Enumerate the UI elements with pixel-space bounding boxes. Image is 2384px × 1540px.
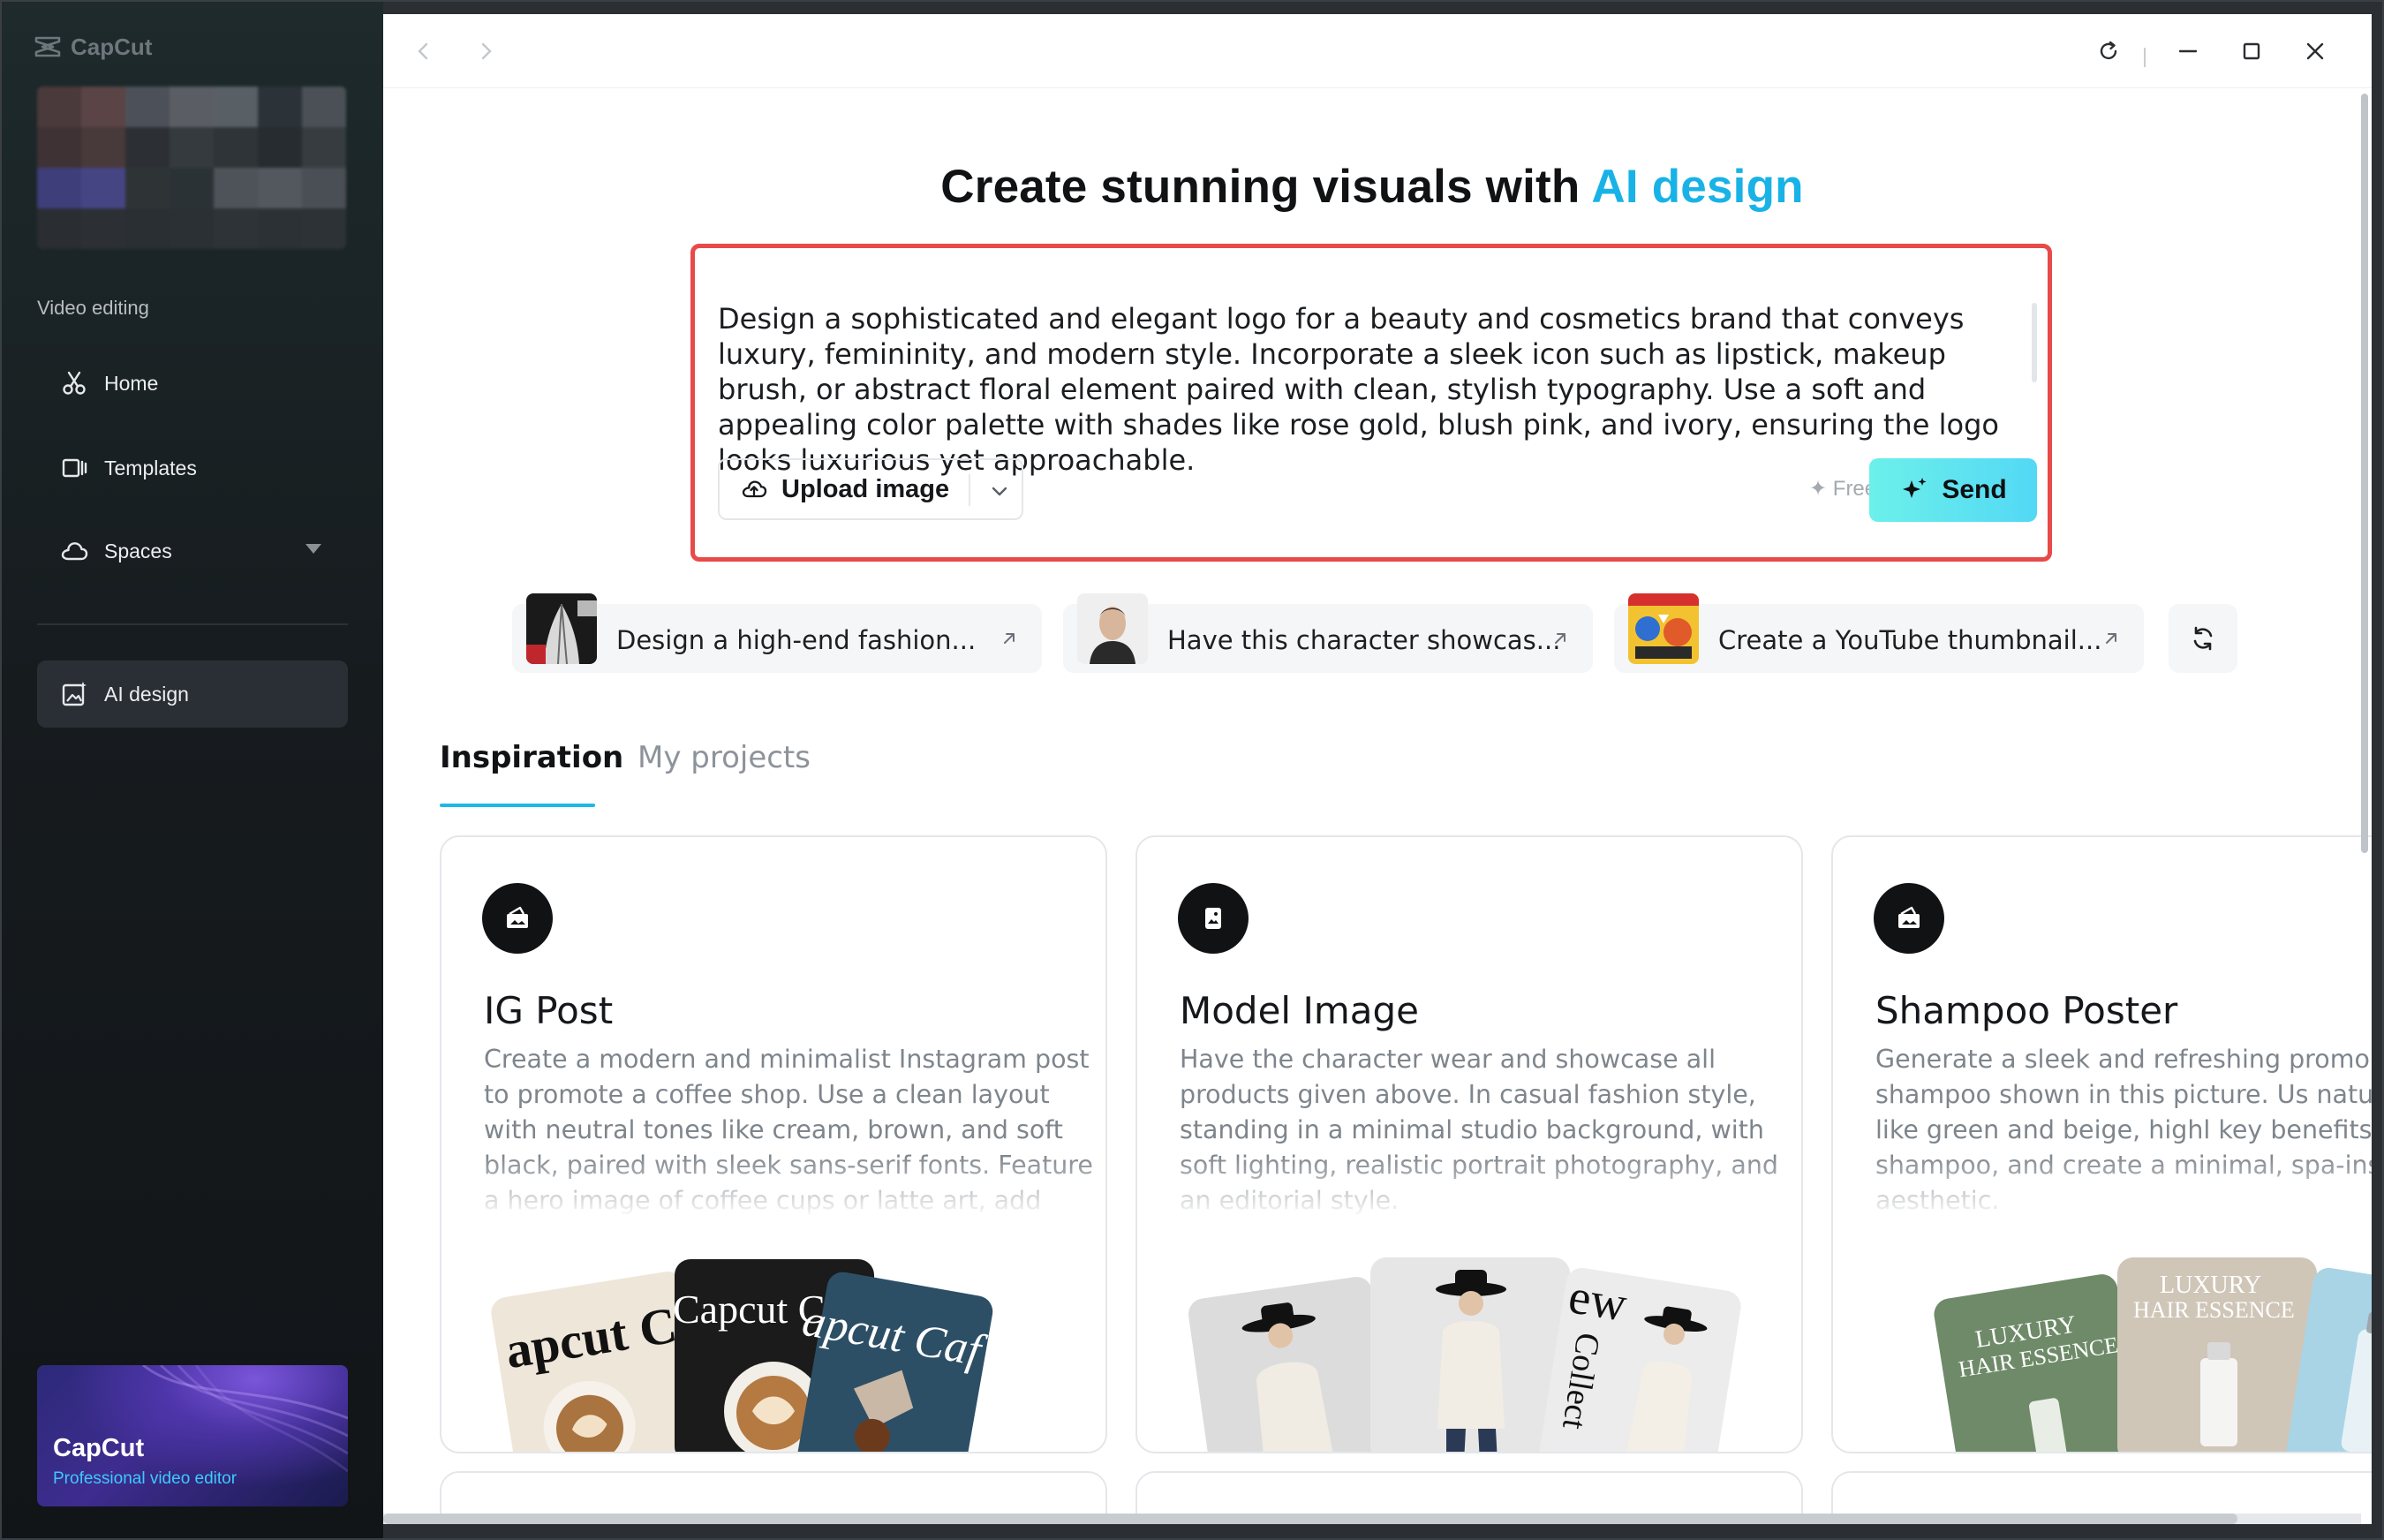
- sidebar-item-label: Spaces: [104, 539, 172, 562]
- suggestion-thumbnail: [1628, 593, 1699, 664]
- promo-title: CapCut: [53, 1434, 145, 1462]
- arrow-up-right-icon: [2106, 633, 2116, 644]
- scissors-icon: [63, 371, 86, 395]
- card-title: Shampoo Poster: [1875, 989, 2178, 1032]
- capcut-window: CapCut Video editing Home Templates Spac…: [0, 0, 2384, 1540]
- card-title: IG Post: [484, 989, 614, 1032]
- section-label-video-editing: Video editing: [37, 297, 149, 319]
- chevron-down-icon[interactable]: [306, 544, 321, 554]
- prompt-scrollbar[interactable]: [2032, 303, 2037, 382]
- suggestion-chip-character[interactable]: Have this character showcas...: [1063, 593, 1593, 673]
- photo-card-icon: [507, 906, 528, 928]
- photo-card-icon: [1898, 906, 1920, 928]
- upload-image-button[interactable]: Upload image: [718, 458, 1023, 520]
- ai-image-icon: [62, 682, 87, 706]
- shampoo-art-text-3: LUXURY: [2160, 1272, 2261, 1299]
- suggestion-chip-fashion[interactable]: Design a high-end fashion...: [512, 593, 1042, 673]
- page-title: Create stunning visuals with AI design: [383, 160, 2361, 214]
- suggestion-label: Design a high-end fashion...: [616, 625, 977, 655]
- refresh-icon: [2193, 626, 2213, 651]
- cloud-upload-icon: [742, 480, 767, 498]
- template-icon: [62, 458, 87, 478]
- chevron-left-icon: [418, 42, 428, 60]
- cloud-icon: [61, 542, 88, 561]
- sidebar-item-spaces[interactable]: Spaces: [37, 517, 348, 585]
- title-bar: [383, 14, 2372, 88]
- back-button[interactable]: [406, 34, 441, 69]
- youtube-thumbnail-image: [1628, 593, 1699, 664]
- card-badge: [1178, 883, 1249, 954]
- brand-name: CapCut: [71, 33, 153, 60]
- upload-separator: [969, 474, 970, 506]
- fashion-thumbnail-image: [526, 593, 597, 664]
- model-image-preview-image: ew Collect: [1188, 1257, 1741, 1452]
- close-button[interactable]: [2297, 34, 2333, 69]
- refresh-icon: [2100, 41, 2117, 60]
- page-title-prefix: Create stunning visuals with: [940, 161, 1592, 213]
- maximize-button[interactable]: [2234, 34, 2269, 69]
- send-button[interactable]: Send: [1869, 458, 2037, 522]
- character-thumbnail-image: [1077, 593, 1148, 664]
- suggestion-thumbnail: [526, 593, 597, 664]
- model-art-text-1: ew: [1565, 1269, 1631, 1332]
- chevron-down-icon[interactable]: [988, 479, 1011, 502]
- card-fade-overlay: [1137, 1155, 1801, 1226]
- page-title-accent: AI design: [1591, 161, 1804, 213]
- sidebar: CapCut Video editing Home Templates Spac…: [2, 2, 383, 1538]
- profile-avatar-blurred[interactable]: [37, 87, 346, 249]
- refresh-button[interactable]: [2091, 34, 2126, 69]
- shampoo-poster-preview-image: LUXURY HAIR ESSENCE LUXURY HAIR ESSENCE: [1934, 1257, 2372, 1452]
- upload-image-label: Upload image: [781, 474, 950, 503]
- horizontal-scrollbar-thumb[interactable]: [383, 1514, 2237, 1524]
- card-badge: [1874, 883, 1944, 954]
- sidebar-item-label: AI design: [104, 682, 189, 706]
- ig-post-preview-image: apcut C Capcut Caf apcut Caf: [491, 1259, 993, 1452]
- sidebar-item-ai-design[interactable]: AI design: [37, 661, 348, 728]
- template-card-ig-post[interactable]: IG Post Create a modern and minimalist I…: [440, 835, 1107, 1453]
- card-fade-overlay: [441, 1155, 1105, 1226]
- send-label: Send: [1942, 475, 2007, 504]
- template-card-model-image[interactable]: Model Image Have the character wear and …: [1135, 835, 1803, 1453]
- sparkle-icon: [1903, 478, 1927, 498]
- suggestion-chip-youtube[interactable]: Create a YouTube thumbnail...: [1614, 593, 2144, 673]
- suggestion-thumbnail: [1077, 593, 1148, 664]
- chevron-right-icon: [481, 42, 492, 60]
- active-tab-indicator: [440, 804, 595, 807]
- minimize-icon: [2178, 49, 2198, 53]
- card-title: Model Image: [1180, 989, 1419, 1032]
- capcut-logo-icon: [34, 36, 61, 57]
- arrow-up-right-icon: [1004, 633, 1015, 644]
- forward-button[interactable]: [468, 34, 503, 69]
- sidebar-divider: [37, 623, 348, 625]
- sidebar-item-home[interactable]: Home: [37, 350, 348, 417]
- template-card-shampoo-poster[interactable]: Shampoo Poster Generate a sleek and refr…: [1831, 835, 2372, 1453]
- card-badge: [482, 883, 553, 954]
- free-credit-label: ✦ Free: [1809, 477, 1877, 501]
- prompt-input[interactable]: Design a sophisticated and elegant logo …: [718, 301, 2012, 478]
- sidebar-item-templates[interactable]: Templates: [37, 434, 348, 502]
- suggestion-label: Have this character showcas...: [1167, 625, 1561, 655]
- title-bar-separator: [2144, 48, 2146, 67]
- promo-banner[interactable]: CapCut Professional video editor: [37, 1365, 348, 1506]
- shampoo-art-text-4: HAIR ESSENCE: [2133, 1297, 2295, 1323]
- card-fade-overlay: [1833, 1155, 2372, 1226]
- sidebar-item-label: Templates: [104, 456, 197, 479]
- maximize-icon: [2243, 42, 2260, 60]
- suggestion-label: Create a YouTube thumbnail...: [1718, 625, 2102, 655]
- model-image-icon: [1205, 908, 1221, 929]
- sidebar-item-label: Home: [104, 371, 159, 395]
- vertical-scrollbar-thumb[interactable]: [2361, 94, 2368, 853]
- brand-logo: CapCut: [34, 32, 152, 62]
- tab-my-projects[interactable]: My projects: [637, 740, 811, 775]
- minimize-button[interactable]: [2170, 34, 2206, 69]
- promo-subtitle: Professional video editor: [53, 1469, 238, 1488]
- tab-inspiration[interactable]: Inspiration: [440, 740, 623, 775]
- prompt-box: Design a sophisticated and elegant logo …: [690, 244, 2052, 562]
- shuffle-suggestions-button[interactable]: [2169, 604, 2237, 673]
- close-icon: [2306, 42, 2324, 60]
- main-panel: Create stunning visuals with AI design D…: [383, 14, 2372, 1524]
- arrow-up-right-icon: [1555, 633, 1565, 644]
